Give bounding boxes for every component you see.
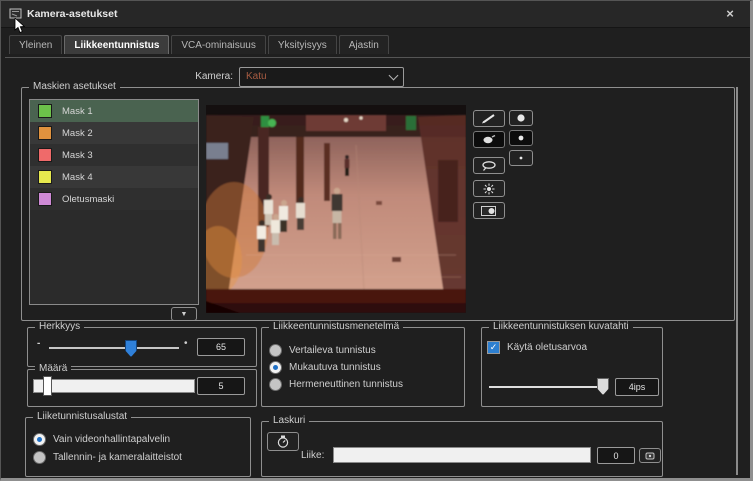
method-option-label: Hermeneuttinen tunnistus	[289, 379, 403, 390]
draw-mask-button[interactable]	[473, 110, 505, 127]
counter-value: 0	[597, 447, 635, 464]
detection-platform-group-label: Liiketunnistusalustat	[33, 411, 131, 422]
sensitivity-value-text: 65	[216, 342, 226, 352]
mask-color-swatch	[38, 170, 52, 184]
mask-color-swatch	[38, 192, 52, 206]
mask-settings-group-label: Maskien asetukset	[29, 81, 120, 92]
chevron-down-icon	[389, 71, 399, 81]
mask-list-item[interactable]: Mask 2	[30, 122, 198, 144]
camera-select[interactable]: Katu	[239, 67, 404, 87]
tabstrip-divider	[5, 57, 750, 58]
mask-item-label: Mask 4	[62, 172, 93, 183]
erase-mask-button[interactable]	[473, 131, 505, 148]
method-option-adaptive[interactable]: Mukautuva tunnistus	[269, 361, 381, 374]
quantity-slider-track[interactable]	[33, 379, 195, 393]
camera-label: Kamera:	[151, 71, 233, 82]
mask-color-swatch	[38, 104, 52, 118]
tab-ajastin[interactable]: Ajastin	[339, 35, 389, 54]
counter-group-label: Laskuri	[269, 415, 309, 426]
detection-method-group-label: Liikkeentunnistusmenetelmä	[269, 321, 403, 332]
clear-mask-button[interactable]	[473, 180, 505, 197]
brush-size-small-button[interactable]	[509, 150, 533, 166]
motion-label: Liike:	[301, 450, 324, 461]
close-icon[interactable]: ×	[722, 6, 738, 22]
down-triangle-icon: ▼	[181, 311, 188, 318]
lasso-select-button[interactable]	[473, 157, 505, 174]
radio-unselected-icon[interactable]	[269, 344, 282, 357]
counter-timer-button[interactable]	[267, 432, 299, 451]
detection-platform-group: Liiketunnistusalustat	[25, 417, 251, 477]
brush-size-medium-button[interactable]	[509, 130, 533, 146]
tab-yksityisyys[interactable]: Yksityisyys	[268, 35, 337, 54]
lasso-icon	[479, 160, 499, 172]
counter-value-text: 0	[613, 451, 618, 461]
quantity-value-text: 5	[218, 381, 223, 391]
pencil-icon	[479, 113, 499, 124]
method-option-label: Vertaileva tunnistus	[289, 345, 376, 356]
titlebar: Kamera-asetukset ×	[1, 1, 750, 28]
mask-color-swatch	[38, 126, 52, 140]
sensitivity-group-label: Herkkyys	[35, 321, 84, 332]
framerate-value: 4ips	[615, 378, 659, 396]
brush-size-large-button[interactable]	[509, 110, 533, 126]
sensitivity-slider-track[interactable]	[49, 347, 179, 349]
camera-settings-dialog: Kamera-asetukset × Yleinen Liikkeentunni…	[0, 0, 753, 481]
mask-item-label: Mask 1	[62, 106, 93, 117]
large-dot-icon	[516, 113, 526, 123]
use-default-label: Käytä oletusarvoa	[507, 342, 587, 353]
radio-unselected-icon[interactable]	[33, 451, 46, 464]
dialog-title: Kamera-asetukset	[27, 8, 117, 20]
radio-selected-icon[interactable]	[269, 361, 282, 374]
platform-option-label: Vain videonhallintapalvelin	[53, 434, 170, 445]
mask-list[interactable]: Mask 1 Mask 2 Mask 3 Mask 4 Oletusmaski	[29, 99, 199, 305]
window-icon	[9, 7, 22, 20]
panel-edge	[736, 87, 738, 475]
tab-strip: Yleinen Liikkeentunnistus VCA-ominaisuus…	[9, 35, 389, 54]
platform-option-server[interactable]: Vain videonhallintapalvelin	[33, 433, 170, 446]
mask-list-item[interactable]: Mask 4	[30, 166, 198, 188]
mini-square-icon	[645, 452, 655, 460]
mask-list-item[interactable]: Mask 3	[30, 144, 198, 166]
mask-list-item[interactable]: Mask 1	[30, 100, 198, 122]
radio-unselected-icon[interactable]	[269, 378, 282, 391]
use-default-option[interactable]: ✓ Käytä oletusarvoa	[487, 341, 587, 354]
sensitivity-value: 65	[197, 338, 245, 356]
slider-dot-label[interactable]: •	[184, 338, 188, 349]
camera-select-value: Katu	[246, 71, 267, 82]
mask-color-swatch	[38, 148, 52, 162]
radio-selected-icon[interactable]	[33, 433, 46, 446]
slider-minus-label[interactable]: -	[37, 338, 40, 349]
mask-item-label: Mask 3	[62, 150, 93, 161]
check-icon: ✓	[490, 342, 498, 352]
counter-reset-button[interactable]	[639, 448, 661, 463]
tab-liikkeentunnistus[interactable]: Liikkeentunnistus	[64, 35, 169, 54]
detection-framerate-group-label: Liikkeentunnistuksen kuvatahti	[489, 321, 633, 332]
sun-icon	[482, 183, 496, 195]
invert-mask-button[interactable]	[473, 202, 505, 219]
framerate-slider-track[interactable]	[489, 386, 607, 388]
mask-item-label: Mask 2	[62, 128, 93, 139]
checkbox-checked-icon[interactable]: ✓	[487, 341, 500, 354]
eraser-icon	[479, 134, 499, 145]
motion-level-bar	[333, 447, 591, 463]
method-option-comparative[interactable]: Vertaileva tunnistus	[269, 344, 376, 357]
quantity-value: 5	[197, 377, 245, 395]
camera-video-preview[interactable]	[206, 105, 466, 313]
method-option-label: Mukautuva tunnistus	[289, 362, 381, 373]
invert-mask-icon	[480, 205, 498, 217]
small-dot-icon	[516, 153, 526, 163]
method-option-hermeneutic[interactable]: Hermeneuttinen tunnistus	[269, 378, 403, 391]
framerate-value-text: 4ips	[629, 382, 646, 392]
quantity-slider-thumb[interactable]	[43, 376, 52, 396]
tab-yleinen[interactable]: Yleinen	[9, 35, 62, 54]
stopwatch-icon	[276, 435, 290, 448]
platform-option-hardware[interactable]: Tallennin- ja kameralaitteistot	[33, 451, 182, 464]
mask-item-label: Oletusmaski	[62, 194, 114, 205]
medium-dot-icon	[516, 133, 526, 143]
tab-vca-ominaisuus[interactable]: VCA-ominaisuus	[171, 35, 265, 54]
platform-option-label: Tallennin- ja kameralaitteistot	[53, 452, 182, 463]
mask-list-item[interactable]: Oletusmaski	[30, 188, 198, 210]
mask-list-expand-button[interactable]: ▼	[171, 307, 197, 321]
quantity-group-label: Määrä	[35, 363, 71, 374]
